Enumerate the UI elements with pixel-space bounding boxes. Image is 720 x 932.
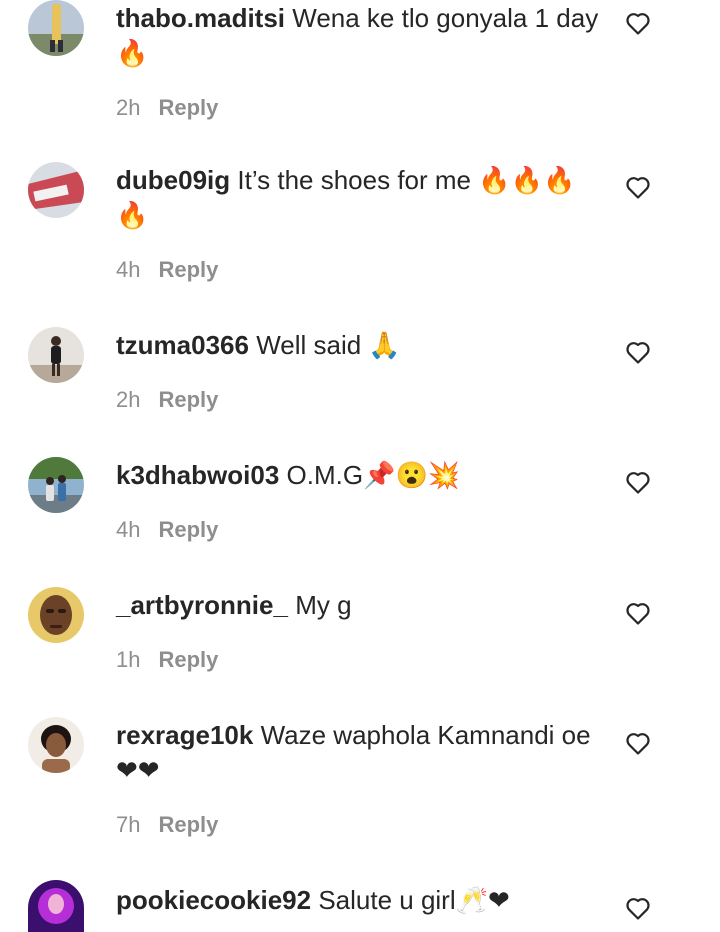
- reply-button[interactable]: Reply: [158, 387, 218, 412]
- comment-text: pookiecookie92 Salute u girl🥂❤: [116, 883, 606, 918]
- comment-body: Well said 🙏: [256, 330, 401, 360]
- comment-time: 4h: [116, 517, 141, 542]
- heart-icon[interactable]: [626, 898, 650, 920]
- comment-body: Salute u girl🥂❤: [318, 885, 510, 915]
- avatar-image: [28, 587, 84, 643]
- reply-button[interactable]: Reply: [158, 95, 218, 120]
- avatar[interactable]: [28, 717, 84, 773]
- comment-body: O.M.G📌😮💥: [286, 460, 461, 490]
- avatar-image: [28, 457, 84, 513]
- avatar[interactable]: [28, 327, 84, 383]
- comment-meta: 1h Reply: [116, 645, 606, 675]
- heart-icon[interactable]: [626, 733, 650, 755]
- avatar[interactable]: [28, 880, 84, 932]
- comment-time: 7h: [116, 812, 141, 837]
- avatar-image: [28, 327, 84, 383]
- comment-meta: 2h Reply: [116, 385, 606, 415]
- comment-meta: 4h Reply: [116, 515, 606, 545]
- reply-button[interactable]: Reply: [158, 647, 218, 672]
- avatar[interactable]: [28, 587, 84, 643]
- comment-username[interactable]: k3dhabwoi03: [116, 460, 279, 490]
- comment-username[interactable]: _artbyronnie_: [116, 590, 288, 620]
- reply-button[interactable]: Reply: [158, 812, 218, 837]
- comment-text: rexrage10k Waze waphola Kamnandi oe ❤❤: [116, 718, 606, 788]
- heart-icon[interactable]: [626, 342, 650, 364]
- comment-text: dube09ig It’s the shoes for me 🔥🔥🔥🔥: [116, 163, 606, 233]
- comment-text: tzuma0366 Well said 🙏: [116, 328, 606, 363]
- comment-time: 2h: [116, 95, 141, 120]
- heart-icon[interactable]: [626, 603, 650, 625]
- comment-meta: 2h Reply: [116, 93, 606, 123]
- comment-text: _artbyronnie_ My g: [116, 588, 606, 623]
- avatar-image: [28, 0, 84, 56]
- avatar[interactable]: [28, 0, 84, 56]
- avatar-image: [28, 880, 84, 932]
- comment-time: 4h: [116, 257, 141, 282]
- comment-body: My g: [295, 590, 352, 620]
- avatar-image: [28, 717, 84, 773]
- comment-username[interactable]: thabo.maditsi: [116, 3, 285, 33]
- heart-icon[interactable]: [626, 472, 650, 494]
- comment-username[interactable]: rexrage10k: [116, 720, 253, 750]
- comment-username[interactable]: tzuma0366: [116, 330, 249, 360]
- comment-text: k3dhabwoi03 O.M.G📌😮💥: [116, 458, 606, 493]
- comment-username[interactable]: dube09ig: [116, 165, 230, 195]
- comment-time: 2h: [116, 387, 141, 412]
- comment-meta: 7h Reply: [116, 810, 606, 840]
- comment-text: thabo.maditsi Wena ke tlo gonyala 1 day🔥: [116, 1, 606, 71]
- comment-time: 1h: [116, 647, 141, 672]
- avatar-image: [28, 162, 84, 218]
- heart-icon[interactable]: [626, 13, 650, 35]
- heart-icon[interactable]: [626, 177, 650, 199]
- avatar[interactable]: [28, 457, 84, 513]
- comment-username[interactable]: pookiecookie92: [116, 885, 311, 915]
- reply-button[interactable]: Reply: [158, 257, 218, 282]
- comment-meta: 4h Reply: [116, 255, 606, 285]
- avatar[interactable]: [28, 162, 84, 218]
- reply-button[interactable]: Reply: [158, 517, 218, 542]
